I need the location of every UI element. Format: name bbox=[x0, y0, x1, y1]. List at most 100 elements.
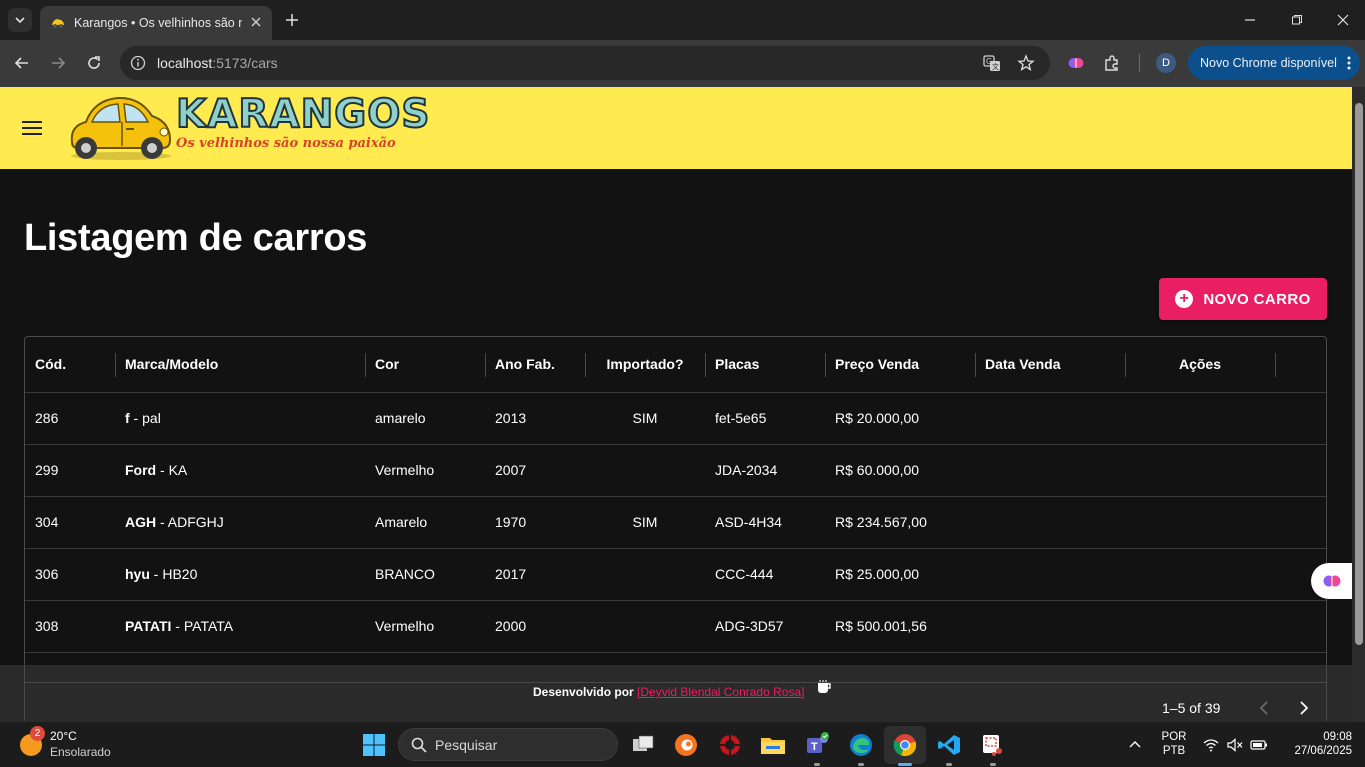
developer-link[interactable]: [Deyvid Blendal Conrado Rosa] bbox=[637, 685, 804, 699]
info-icon[interactable] bbox=[130, 55, 146, 71]
task-view-icon[interactable] bbox=[630, 732, 656, 758]
cell-id: 306 bbox=[35, 566, 59, 582]
battery-icon[interactable] bbox=[1248, 732, 1270, 758]
vscode-icon[interactable] bbox=[936, 732, 962, 758]
crunchyroll-icon[interactable] bbox=[673, 732, 699, 758]
previous-page-icon[interactable] bbox=[1254, 698, 1274, 718]
minimize-icon[interactable] bbox=[1238, 8, 1262, 32]
cell-year: 2017 bbox=[495, 566, 527, 582]
edge-icon[interactable] bbox=[848, 732, 874, 758]
cell-plate: ASD-4H34 bbox=[715, 514, 782, 530]
pagination-label: 1–5 of 39 bbox=[1162, 700, 1221, 716]
cell-price: R$ 500.001,56 bbox=[835, 618, 927, 634]
language-indicator[interactable]: POR PTB bbox=[1158, 731, 1190, 757]
column-header-year[interactable]: Ano Fab. bbox=[485, 337, 585, 392]
cell-year: 2000 bbox=[495, 618, 527, 634]
cell-color: Vermelho bbox=[375, 618, 435, 634]
browser-toolbar: localhost:5173/cars G文 D Novo Chrome dis… bbox=[0, 40, 1365, 87]
page-scrollbar[interactable] bbox=[1352, 87, 1365, 721]
column-header-actions: Ações bbox=[1178, 356, 1222, 372]
back-icon[interactable] bbox=[10, 51, 34, 75]
tab-title: Karangos • Os velhinhos são no bbox=[74, 16, 242, 30]
column-header-imported[interactable]: Importado? bbox=[585, 337, 705, 392]
scrollbar-thumb[interactable] bbox=[1355, 103, 1363, 645]
column-header-sale-date[interactable]: Data Venda bbox=[975, 337, 1125, 392]
next-page-icon[interactable] bbox=[1294, 698, 1314, 718]
add-circle-icon: + bbox=[1175, 290, 1194, 308]
column-header-id[interactable]: Cód. bbox=[25, 337, 115, 392]
close-window-icon[interactable] bbox=[1331, 8, 1355, 32]
profile-avatar[interactable]: D bbox=[1156, 53, 1176, 73]
column-header-brand-model[interactable]: Marca/Modelo bbox=[115, 337, 365, 392]
brain-extension-icon[interactable] bbox=[1065, 52, 1087, 74]
chrome-update-button[interactable]: Novo Chrome disponível bbox=[1188, 46, 1360, 80]
cell-id: 299 bbox=[35, 462, 59, 478]
column-separator[interactable] bbox=[1275, 353, 1276, 377]
clock-date: 27/06/2025 bbox=[1294, 745, 1352, 757]
game-app-icon[interactable] bbox=[717, 732, 743, 758]
restore-icon[interactable] bbox=[1285, 8, 1309, 32]
page-title: Listagem de carros bbox=[24, 217, 368, 259]
running-indicator bbox=[640, 763, 646, 766]
chevron-down-icon bbox=[15, 17, 25, 24]
reload-icon[interactable] bbox=[82, 51, 106, 75]
address-bar[interactable]: localhost:5173/cars G文 bbox=[120, 46, 1050, 80]
file-explorer-icon[interactable] bbox=[760, 732, 786, 758]
cell-brand-model: Ford - KA bbox=[125, 462, 188, 478]
chevron-up-icon[interactable] bbox=[1124, 732, 1146, 758]
coffee-icon bbox=[818, 680, 831, 693]
cell-color: Amarelo bbox=[375, 514, 428, 530]
cell-imported bbox=[585, 445, 705, 496]
weather-temperature[interactable]: 20°C bbox=[50, 729, 77, 743]
column-header-price[interactable]: Preço Venda bbox=[825, 337, 975, 392]
volume-muted-icon[interactable] bbox=[1224, 732, 1246, 758]
chrome-icon[interactable] bbox=[892, 732, 918, 758]
cell-price: R$ 25.000,00 bbox=[835, 566, 920, 582]
table-row[interactable]: 286 f - pal amarelo 2013 SIM fet-5e65 R$… bbox=[25, 393, 1326, 445]
toolbar-separator bbox=[1139, 54, 1140, 72]
browser-tab[interactable]: Karangos • Os velhinhos são no bbox=[40, 6, 272, 40]
new-tab-icon[interactable] bbox=[282, 10, 302, 30]
column-header-color[interactable]: Cor bbox=[365, 337, 485, 392]
table-row[interactable]: 308 PATATI - PATATA Vermelho 2000 ADG-3D… bbox=[25, 601, 1326, 653]
translate-icon[interactable]: G文 bbox=[982, 53, 1002, 73]
karangos-logo[interactable]: KARANGOS Os velhinhos são nossa paixão bbox=[66, 90, 431, 166]
cell-sale-date bbox=[975, 445, 1125, 496]
wifi-icon[interactable] bbox=[1200, 732, 1222, 758]
tab-search-button[interactable] bbox=[8, 8, 32, 32]
search-icon bbox=[411, 737, 427, 753]
table-row[interactable]: 304 AGH - ADFGHJ Amarelo 1970 SIM ASD-4H… bbox=[25, 497, 1326, 549]
close-tab-icon[interactable] bbox=[248, 14, 264, 30]
yellow-car-icon bbox=[70, 96, 172, 160]
cell-year: 2007 bbox=[495, 462, 527, 478]
clock-time: 09:08 bbox=[1323, 731, 1352, 743]
running-indicator bbox=[990, 763, 996, 766]
cell-year: 2013 bbox=[495, 410, 527, 426]
teams-icon[interactable]: T bbox=[804, 732, 830, 758]
cell-plate: ADG-3D57 bbox=[715, 618, 784, 634]
car-favicon-icon bbox=[52, 19, 64, 28]
app-footer: Desenvolvido por [Deyvid Blendal Conrado… bbox=[0, 665, 1352, 721]
floating-brain-icon[interactable] bbox=[1311, 563, 1352, 599]
cell-brand-model: hyu - HB20 bbox=[125, 566, 198, 582]
cell-id: 308 bbox=[35, 618, 59, 634]
cell-color: amarelo bbox=[375, 410, 426, 426]
cell-sale-date bbox=[975, 601, 1125, 652]
menu-icon[interactable] bbox=[22, 121, 42, 135]
weather-condition[interactable]: Ensolarado bbox=[50, 745, 111, 759]
cell-year: 1970 bbox=[495, 514, 527, 530]
bookmark-star-icon[interactable] bbox=[1016, 53, 1036, 73]
table-row[interactable]: 306 hyu - HB20 BRANCO 2017 CCC-444 R$ 25… bbox=[25, 549, 1326, 601]
snipping-tool-icon[interactable] bbox=[980, 732, 1006, 758]
cell-price: R$ 60.000,00 bbox=[835, 462, 920, 478]
taskbar-search[interactable]: Pesquisar bbox=[398, 728, 618, 761]
clock[interactable]: 09:08 27/06/2025 bbox=[1280, 731, 1352, 757]
extensions-icon[interactable] bbox=[1101, 52, 1123, 74]
active-indicator bbox=[898, 763, 912, 766]
new-car-button[interactable]: + NOVO CARRO bbox=[1159, 278, 1327, 320]
table-row[interactable]: 299 Ford - KA Vermelho 2007 JDA-2034 R$ … bbox=[25, 445, 1326, 497]
running-indicator bbox=[946, 763, 952, 766]
column-header-plate[interactable]: Placas bbox=[705, 337, 825, 392]
windows-start-icon[interactable] bbox=[362, 733, 386, 757]
forward-icon[interactable] bbox=[46, 51, 70, 75]
